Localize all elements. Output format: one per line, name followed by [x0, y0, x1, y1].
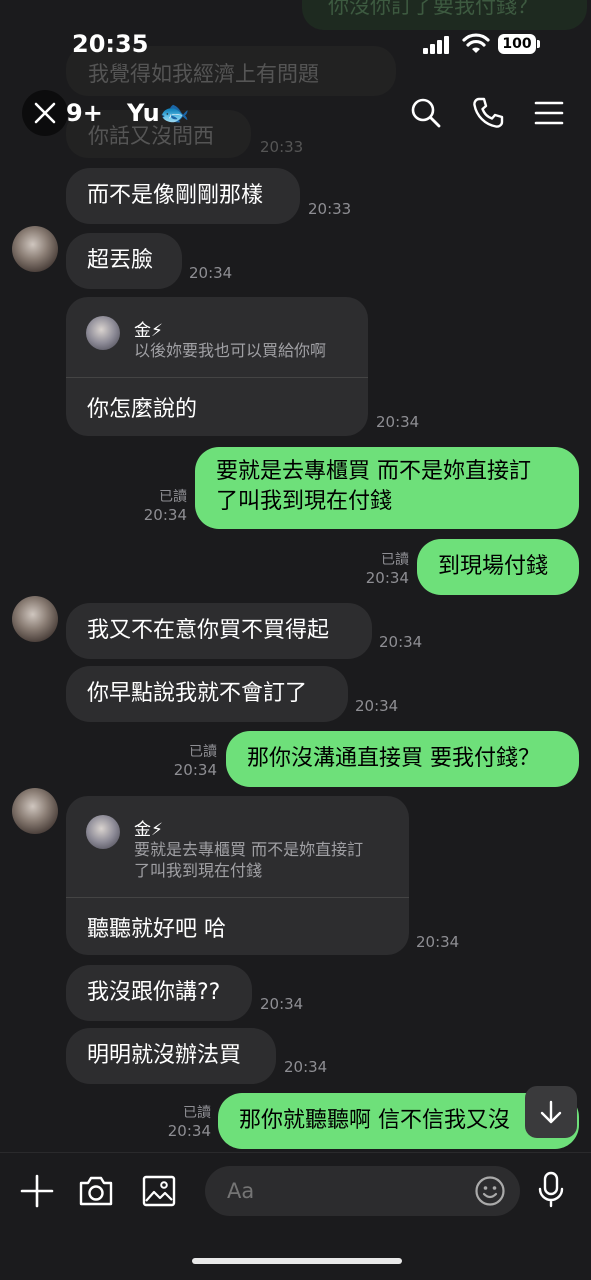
read-receipt: 已讀	[159, 489, 187, 505]
wifi-icon	[462, 33, 490, 53]
home-indicator[interactable]	[192, 1258, 402, 1264]
outgoing-message[interactable]: 要就是去專櫃買 而不是妳直接訂 了叫我到現在付錢	[195, 447, 579, 529]
message-time: 20:34	[173, 761, 217, 779]
quoted-avatar	[86, 815, 120, 849]
chat-title[interactable]: Yu🐟	[127, 99, 190, 127]
message-time: 20:34	[365, 569, 409, 587]
contact-avatar[interactable]	[12, 596, 58, 642]
camera-icon[interactable]	[78, 1174, 114, 1208]
read-receipt: 已讀	[381, 552, 409, 568]
phone-call-icon[interactable]	[470, 95, 506, 131]
contact-avatar[interactable]	[12, 788, 58, 834]
quoted-text: 要就是去專櫃買 而不是妳直接訂	[134, 840, 364, 859]
message-time: 20:34	[260, 995, 304, 1013]
close-icon	[34, 102, 56, 124]
contact-avatar[interactable]	[12, 226, 58, 272]
search-icon[interactable]	[408, 95, 444, 131]
reply-message[interactable]: 金⚡ 以後妳要我也可以買給你啊 你怎麼說的	[66, 297, 368, 436]
scroll-to-bottom-button[interactable]	[525, 1086, 577, 1138]
ghost-text: 我覺得如我經濟上有問題	[88, 62, 319, 86]
image-icon[interactable]	[141, 1174, 177, 1208]
message-line: 了叫我到現在付錢	[216, 489, 393, 514]
cellular-signal-icon	[423, 36, 449, 54]
battery-indicator: 100	[498, 34, 536, 54]
unread-count[interactable]: 9+	[66, 99, 103, 127]
microphone-icon[interactable]	[536, 1171, 566, 1209]
reply-message[interactable]: 金⚡ 要就是去專櫃買 而不是妳直接訂 了叫我到現在付錢 聽聽就好吧 哈	[66, 796, 409, 955]
message-time: 20:33	[308, 200, 352, 218]
emoji-icon[interactable]	[474, 1175, 506, 1207]
incoming-message[interactable]: 我又不在意你買不買得起	[66, 603, 372, 659]
incoming-message[interactable]: 而不是像剛剛那樣	[66, 168, 300, 224]
plus-icon[interactable]	[20, 1174, 54, 1208]
close-button[interactable]	[22, 90, 68, 136]
message-time: 20:34	[284, 1058, 328, 1076]
read-receipt: 已讀	[189, 744, 217, 760]
quoted-text: 以後妳要我也可以買給你啊	[134, 341, 327, 360]
outgoing-message[interactable]: 那你沒溝通直接買 要我付錢？	[226, 731, 579, 787]
outgoing-message[interactable]: 到現場付錢	[417, 539, 579, 595]
message-time: 20:34	[416, 933, 460, 951]
incoming-message[interactable]: 我沒跟你講??	[66, 965, 252, 1021]
message-input[interactable]	[205, 1166, 520, 1216]
message-time: 20:34	[167, 1122, 211, 1140]
quoted-sender: 金⚡	[134, 321, 163, 341]
quoted-message[interactable]: 金⚡ 以後妳要我也可以買給你啊	[66, 297, 368, 378]
ghost-text: 你沒你訂了要我付錢？	[328, 0, 538, 18]
message-time: 20:34	[143, 506, 187, 524]
battery-tip	[537, 40, 540, 48]
message-time: 20:34	[379, 633, 423, 651]
quoted-text: 了叫我到現在付錢	[134, 861, 263, 880]
reply-text: 你怎麼說的	[87, 397, 198, 422]
incoming-message[interactable]: 超丟臉	[66, 233, 182, 289]
incoming-message[interactable]: 你早點說我就不會訂了	[66, 666, 348, 722]
message-time: 20:34	[189, 264, 233, 282]
message-time: 20:34	[355, 697, 399, 715]
message-line: 要就是去專櫃買 而不是妳直接訂	[216, 459, 531, 484]
arrow-down-icon	[540, 1100, 562, 1124]
menu-icon[interactable]	[531, 95, 567, 131]
status-time: 20:35	[72, 30, 149, 58]
reply-text: 聽聽就好吧 哈	[87, 917, 226, 942]
quoted-message[interactable]: 金⚡ 要就是去專櫃買 而不是妳直接訂 了叫我到現在付錢	[66, 796, 409, 898]
read-receipt: 已讀	[183, 1105, 211, 1121]
quoted-avatar	[86, 316, 120, 350]
quoted-sender: 金⚡	[134, 820, 163, 840]
ghost-time: 20:33	[260, 138, 304, 156]
message-time: 20:34	[376, 413, 420, 431]
incoming-message[interactable]: 明明就沒辦法買	[66, 1028, 276, 1084]
